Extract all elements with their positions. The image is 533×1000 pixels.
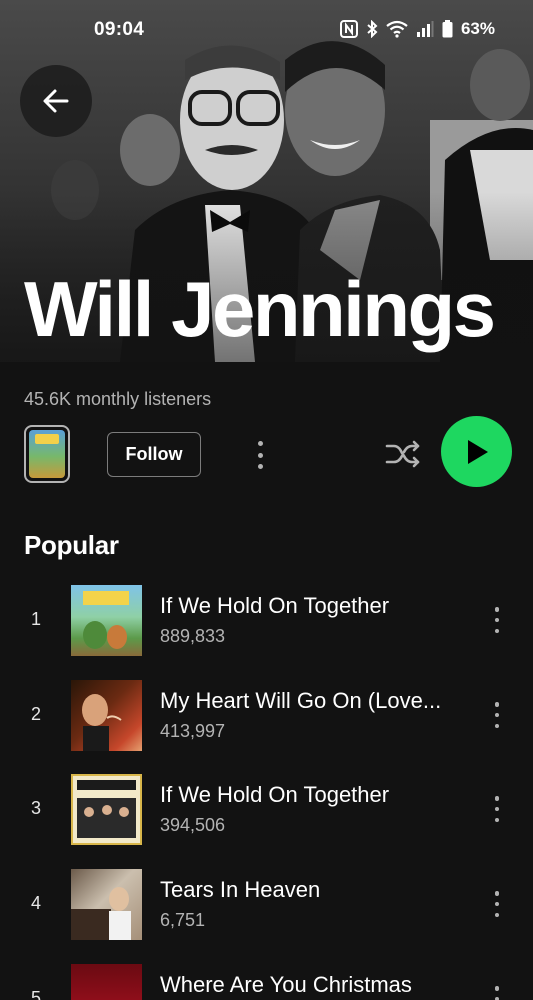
- track-row[interactable]: 2 My Heart Will Go On (Love... 413,997: [0, 680, 533, 754]
- signal-icon: [416, 21, 434, 37]
- status-bar: 09:04 63%: [0, 0, 533, 60]
- track-plays: 394,506: [160, 815, 226, 835]
- battery-percentage: 63%: [460, 19, 495, 38]
- track-more-button[interactable]: [487, 700, 507, 730]
- track-row[interactable]: 4 Tears In Heaven 6,751: [0, 869, 533, 943]
- battery-icon: [442, 20, 453, 38]
- track-title: My Heart Will Go On (Love...: [160, 688, 442, 713]
- track-plays: 6,751: [160, 910, 206, 930]
- track-cover: [71, 680, 142, 751]
- album-cover: [29, 430, 65, 478]
- track-number: 5: [30, 988, 41, 1000]
- bluetooth-icon: [366, 20, 378, 38]
- play-icon: [467, 439, 488, 464]
- wifi-icon: [386, 20, 408, 38]
- track-cover: [71, 774, 142, 845]
- shuffle-icon: [385, 440, 420, 468]
- artist-pick-thumbnail[interactable]: [24, 425, 70, 483]
- shuffle-button[interactable]: [384, 436, 422, 472]
- follow-button[interactable]: Follow: [107, 432, 201, 477]
- track-number: 3: [30, 798, 41, 818]
- nfc-icon: [339, 20, 358, 38]
- arrow-left-icon: [43, 89, 69, 113]
- track-plays: 413,997: [160, 721, 226, 741]
- track-more-button[interactable]: [487, 605, 507, 635]
- play-button[interactable]: [441, 416, 512, 487]
- track-cover: [71, 585, 142, 656]
- track-title: If We Hold On Together: [160, 782, 390, 807]
- track-number: 4: [30, 893, 41, 913]
- track-title: Tears In Heaven: [160, 877, 321, 902]
- back-button[interactable]: [20, 65, 92, 137]
- popular-heading: Popular: [24, 530, 119, 560]
- track-row[interactable]: 5 Where Are You Christmas: [0, 964, 533, 1000]
- track-plays: 889,833: [160, 626, 226, 646]
- track-number: 2: [30, 704, 41, 724]
- status-time: 09:04: [94, 19, 145, 40]
- monthly-listeners: 45.6K monthly listeners: [24, 389, 212, 409]
- more-options-button[interactable]: [248, 437, 272, 473]
- track-row[interactable]: 1 If We Hold On Together 889,833: [0, 585, 533, 659]
- track-cover: [71, 869, 142, 940]
- status-icons: 63%: [339, 19, 495, 39]
- track-more-button[interactable]: [487, 794, 507, 824]
- track-number: 1: [30, 609, 41, 629]
- track-title: Where Are You Christmas: [160, 972, 412, 997]
- track-row[interactable]: 3 If We Hold On Together 394,506: [0, 774, 533, 848]
- track-cover: [71, 964, 142, 1000]
- track-more-button[interactable]: [487, 889, 507, 919]
- track-more-button[interactable]: [487, 984, 507, 1000]
- artist-name: Will Jennings: [24, 265, 496, 353]
- track-title: If We Hold On Together: [160, 593, 390, 618]
